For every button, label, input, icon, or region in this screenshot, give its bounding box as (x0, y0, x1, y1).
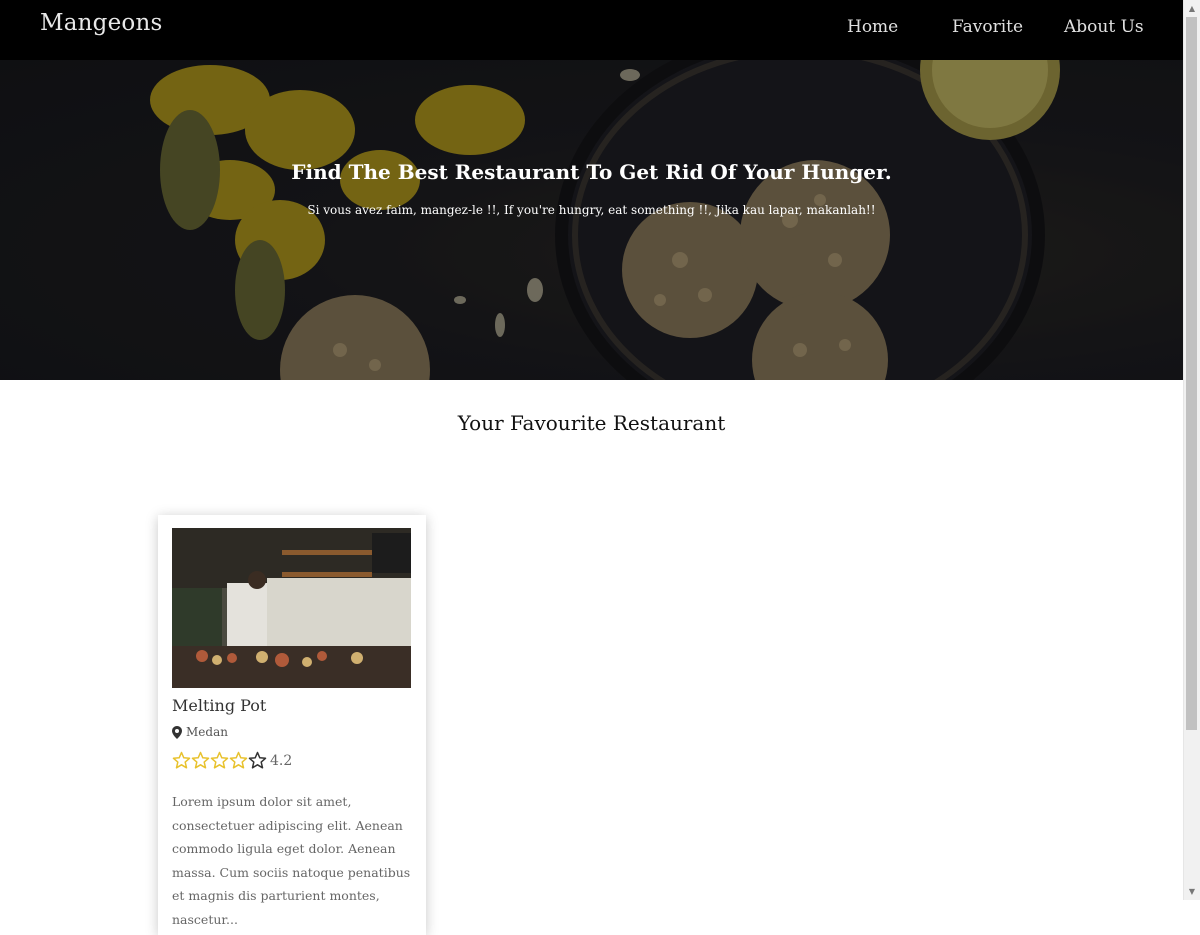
restaurant-location: Medan (172, 725, 228, 739)
restaurant-photo (172, 528, 411, 688)
restaurant-image[interactable] (172, 528, 411, 688)
section-title: Your Favourite Restaurant (457, 411, 726, 435)
hero-banner: Find The Best Restaurant To Get Rid Of Y… (0, 60, 1183, 380)
nav-link-favorite[interactable]: Favorite (952, 17, 1023, 37)
scrollbar-thumb[interactable] (1186, 17, 1197, 730)
star-filled-icon (229, 751, 248, 769)
navbar: Mangeons Home Favorite About Us (0, 0, 1183, 60)
star-filled-icon (172, 751, 191, 769)
star-empty-icon (248, 751, 267, 769)
rating-value: 4.2 (270, 752, 293, 769)
star-rating (172, 751, 267, 770)
scroll-down-arrow-icon[interactable]: ▼ (1184, 883, 1200, 900)
star-filled-icon (210, 751, 229, 769)
brand-logo[interactable]: Mangeons (40, 10, 162, 36)
restaurant-card[interactable]: Melting Pot Medan 4.2 Lorem ipsum dolor … (158, 515, 426, 935)
restaurant-rating: 4.2 (172, 751, 292, 770)
nav-link-about-us[interactable]: About Us (1064, 17, 1144, 37)
star-filled-icon (191, 751, 210, 769)
map-marker-icon (172, 725, 182, 739)
restaurant-city: Medan (186, 725, 228, 739)
restaurant-description: Lorem ipsum dolor sit amet, consectetuer… (172, 794, 411, 927)
scroll-up-arrow-icon[interactable]: ▲ (1184, 0, 1200, 17)
hero-subtitle: Si vous avez faim, mangez-le !!, If you'… (307, 203, 876, 217)
restaurant-name[interactable]: Melting Pot (172, 696, 266, 715)
nav-link-home[interactable]: Home (847, 17, 898, 37)
page-scrollbar[interactable]: ▲ ▼ (1183, 0, 1200, 900)
hero-overlay (0, 60, 1183, 380)
hero-title: Find The Best Restaurant To Get Rid Of Y… (291, 160, 892, 184)
